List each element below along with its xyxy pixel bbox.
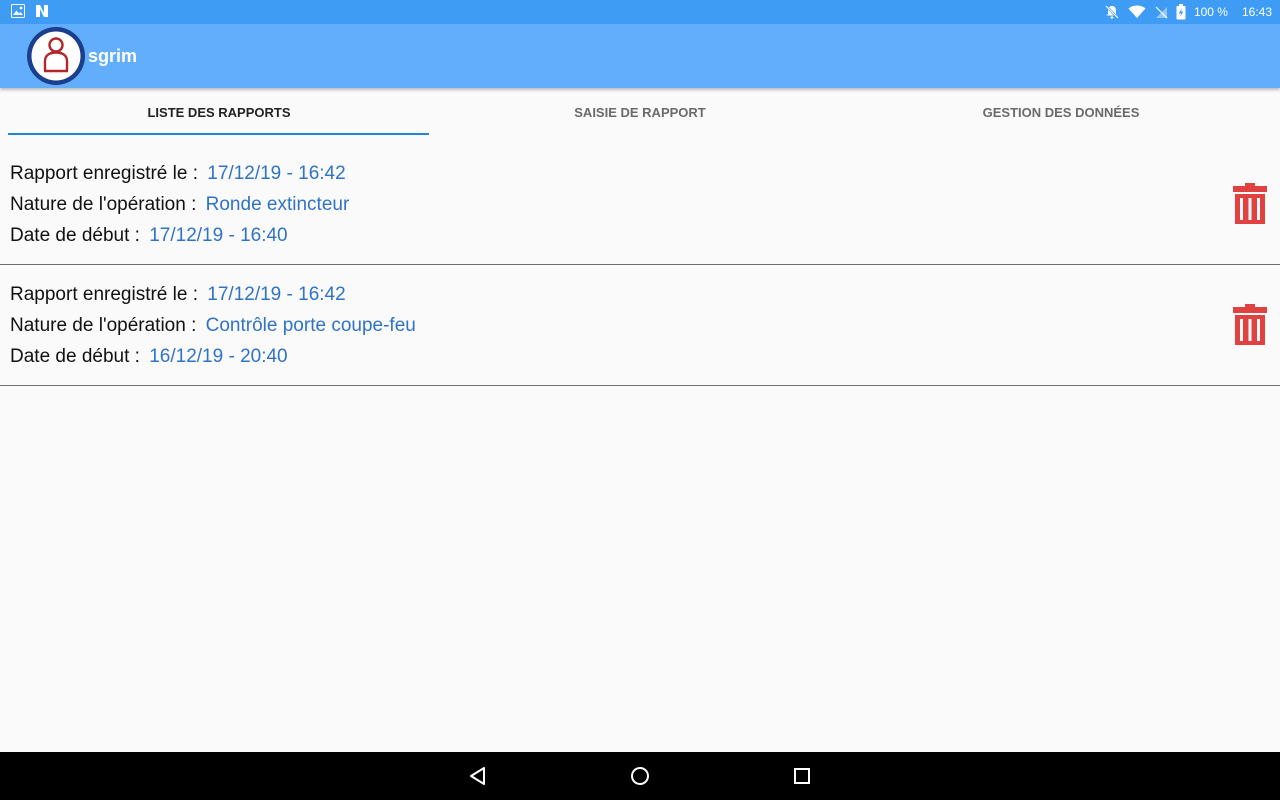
nature-line: Nature de l'opération : Ronde extincteur <box>10 194 349 216</box>
trash-icon <box>1233 304 1267 345</box>
nature-value: Ronde extincteur <box>205 194 350 215</box>
start-line: Date de début : 17/12/19 - 16:40 <box>10 225 288 247</box>
start-line: Date de début : 16/12/19 - 20:40 <box>10 346 288 368</box>
wifi-icon <box>1128 5 1146 19</box>
saved-value: 17/12/19 - 16:42 <box>207 163 346 184</box>
saved-label: Rapport enregistré le : <box>10 163 198 184</box>
start-value: 17/12/19 - 16:40 <box>149 225 288 246</box>
tab-bar: LISTE DES RAPPORTS SAISIE DE RAPPORT GES… <box>0 88 1280 136</box>
bell-off-icon <box>1104 4 1120 20</box>
saved-line: Rapport enregistré le : 17/12/19 - 16:42 <box>10 284 346 306</box>
recents-icon <box>794 768 810 784</box>
delete-report-button[interactable] <box>1232 304 1268 346</box>
saved-label: Rapport enregistré le : <box>10 284 198 305</box>
back-icon <box>470 767 485 785</box>
saved-line: Rapport enregistré le : 17/12/19 - 16:42 <box>10 163 346 185</box>
gallery-icon <box>11 4 25 18</box>
navigation-bar <box>0 752 1280 800</box>
battery-charging-icon <box>1176 4 1186 20</box>
start-label: Date de début : <box>10 225 140 246</box>
home-icon <box>631 767 649 785</box>
tab-gestion-des-donnees[interactable]: GESTION DES DONNÉES <box>850 88 1272 136</box>
tab-label: GESTION DES DONNÉES <box>982 104 1140 120</box>
delete-report-button[interactable] <box>1232 183 1268 225</box>
report-item[interactable]: Rapport enregistré le : 17/12/19 - 16:42… <box>0 145 1280 265</box>
report-item[interactable]: Rapport enregistré le : 17/12/19 - 16:42… <box>0 266 1280 386</box>
start-label: Date de début : <box>10 346 140 367</box>
back-button[interactable] <box>466 764 490 788</box>
start-value: 16/12/19 - 20:40 <box>149 346 288 367</box>
nature-value: Contrôle porte coupe-feu <box>205 315 416 336</box>
app-title: sgrim <box>88 46 138 66</box>
nature-label: Nature de l'opération : <box>10 194 197 215</box>
tab-saisie-de-rapport[interactable]: SAISIE DE RAPPORT <box>429 88 851 136</box>
tab-liste-des-rapports[interactable]: LISTE DES RAPPORTS <box>8 88 430 136</box>
n-logo-icon <box>35 4 49 18</box>
tab-label: LISTE DES RAPPORTS <box>147 104 291 120</box>
battery-percent: 100 % <box>1193 5 1228 19</box>
trash-icon <box>1233 183 1267 224</box>
nature-label: Nature de l'opération : <box>10 315 197 336</box>
saved-value: 17/12/19 - 16:42 <box>207 284 346 305</box>
tab-indicator <box>8 133 429 135</box>
clock: 16:43 <box>1241 5 1272 19</box>
tab-label: SAISIE DE RAPPORT <box>574 104 706 120</box>
no-sim-icon <box>1154 5 1168 19</box>
home-button[interactable] <box>628 764 652 788</box>
recents-button[interactable] <box>790 764 814 788</box>
status-bar: 100 % 16:43 <box>0 0 1280 24</box>
nature-line: Nature de l'opération : Contrôle porte c… <box>10 315 416 337</box>
app-bar: sgrim <box>0 24 1280 88</box>
user-avatar-icon <box>25 25 87 87</box>
